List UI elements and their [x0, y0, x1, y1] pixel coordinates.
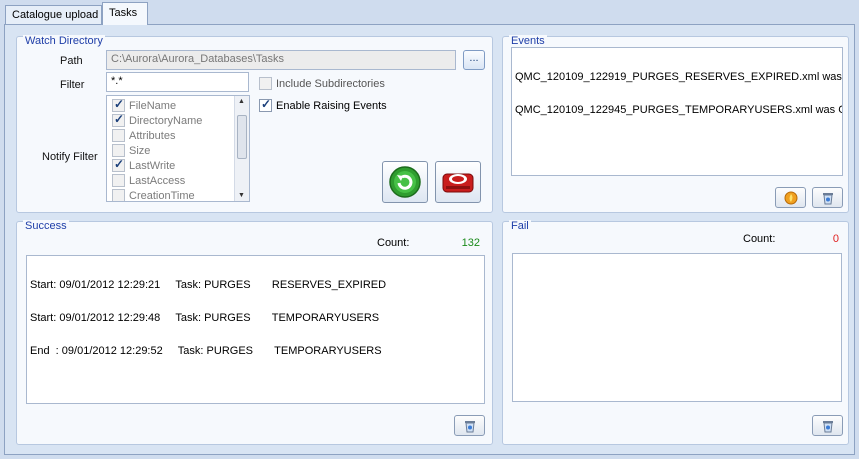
tasks-tab-page: Watch Directory Path C:\Aurora\Aurora_Da… [4, 24, 855, 455]
events-clear-button[interactable] [812, 187, 843, 208]
stop-watching-button[interactable] [435, 161, 481, 203]
notify-item-label: LastWrite [129, 159, 176, 172]
path-label: Path [60, 55, 83, 67]
notify-item-box[interactable] [112, 157, 125, 172]
tab-strip: Catalogue upload Tasks [0, 0, 859, 25]
enable-raising-events-label: Enable Raising Events [276, 99, 387, 112]
success-count-label: Count: [377, 237, 410, 249]
scroll-thumb[interactable] [237, 115, 247, 159]
start-watching-button[interactable] [382, 161, 428, 203]
scroll-up-icon[interactable]: ▲ [238, 98, 245, 105]
success-log[interactable]: Start: 09/01/2012 12:29:21 Task: PURGES … [26, 255, 485, 404]
include-subdirectories-checkbox[interactable]: Include Subdirectories [259, 77, 385, 90]
enable-raising-events-checkbox[interactable]: Enable Raising Events [259, 97, 387, 112]
notify-item-box[interactable] [112, 112, 125, 127]
notify-item-box[interactable] [112, 174, 125, 187]
fail-clear-button[interactable] [812, 415, 843, 436]
notify-item[interactable]: LastWrite [107, 157, 249, 173]
tab-tasks[interactable]: Tasks [102, 2, 148, 25]
notify-item-box[interactable] [112, 144, 125, 157]
notify-item-box[interactable] [112, 129, 125, 142]
stop-red-icon [442, 173, 474, 193]
notify-item[interactable]: Attributes [107, 128, 249, 143]
filter-label: Filter [60, 79, 85, 91]
success-title: Success [23, 220, 69, 232]
notify-item[interactable]: CreationTime [107, 188, 249, 202]
events-title: Events [509, 35, 547, 47]
events-log[interactable]: QMC_120109_122919_PURGES_RESERVES_EXPIRE… [511, 47, 843, 176]
notify-filter-label: Notify Filter [42, 151, 98, 163]
events-line: QMC_120109_122919_PURGES_RESERVES_EXPIRE… [515, 71, 843, 83]
scroll-down-icon[interactable]: ▼ [238, 192, 245, 199]
fail-title: Fail [509, 220, 531, 232]
fail-count-value: 0 [832, 233, 839, 245]
notify-filter-list[interactable]: FileName DirectoryName Attributes Size L… [106, 95, 250, 202]
notify-item[interactable]: DirectoryName [107, 112, 249, 128]
tab-catalogue-upload[interactable]: Catalogue upload [5, 5, 102, 25]
browse-button[interactable]: ... [463, 50, 485, 70]
success-count-value: 132 [461, 237, 480, 249]
path-input[interactable]: C:\Aurora\Aurora_Databases\Tasks [106, 50, 456, 70]
include-subdirectories-box[interactable] [259, 77, 272, 90]
recycle-bin-icon [822, 420, 833, 432]
success-line: End : 09/01/2012 12:29:52 Task: PURGES T… [30, 345, 382, 357]
recycle-bin-icon [822, 192, 833, 204]
fail-panel: Fail Count: 0 [502, 220, 849, 445]
fail-log[interactable] [512, 253, 842, 402]
recycle-bin-icon [464, 420, 475, 432]
notify-item[interactable]: LastAccess [107, 173, 249, 188]
flame-icon [784, 191, 797, 204]
events-panel: Events QMC_120109_122919_PURGES_RESERVES… [502, 35, 849, 213]
notify-list-scrollbar[interactable]: ▲ ▼ [234, 96, 249, 201]
notify-item-label: CreationTime [129, 189, 195, 202]
notify-item-label: DirectoryName [129, 114, 203, 127]
success-panel: Success Count: 132 Start: 09/01/2012 12:… [16, 220, 493, 445]
notify-item[interactable]: Size [107, 143, 249, 158]
success-line: Start: 09/01/2012 12:29:48 Task: PURGES … [30, 312, 380, 324]
notify-item-box[interactable] [112, 97, 125, 112]
fail-count-label: Count: [743, 233, 776, 245]
events-line: QMC_120109_122945_PURGES_TEMPORARYUSERS.… [515, 104, 843, 116]
watch-directory-title: Watch Directory [23, 35, 105, 47]
notify-item-label: Size [129, 144, 151, 157]
notify-item-label: LastAccess [129, 174, 186, 187]
events-open-button[interactable] [775, 187, 806, 208]
notify-item[interactable]: FileName [107, 97, 249, 113]
success-clear-button[interactable] [454, 415, 485, 436]
notify-item-box[interactable] [112, 189, 125, 201]
refresh-green-icon [389, 166, 421, 198]
enable-raising-events-box[interactable] [259, 97, 272, 112]
success-line: Start: 09/01/2012 12:29:21 Task: PURGES … [30, 279, 387, 291]
notify-item-label: FileName [129, 99, 177, 112]
watch-directory-panel: Watch Directory Path C:\Aurora\Aurora_Da… [16, 35, 493, 213]
include-subdirectories-label: Include Subdirectories [276, 77, 385, 90]
filter-input[interactable]: *.* [106, 72, 249, 92]
notify-item-label: Attributes [129, 129, 176, 142]
